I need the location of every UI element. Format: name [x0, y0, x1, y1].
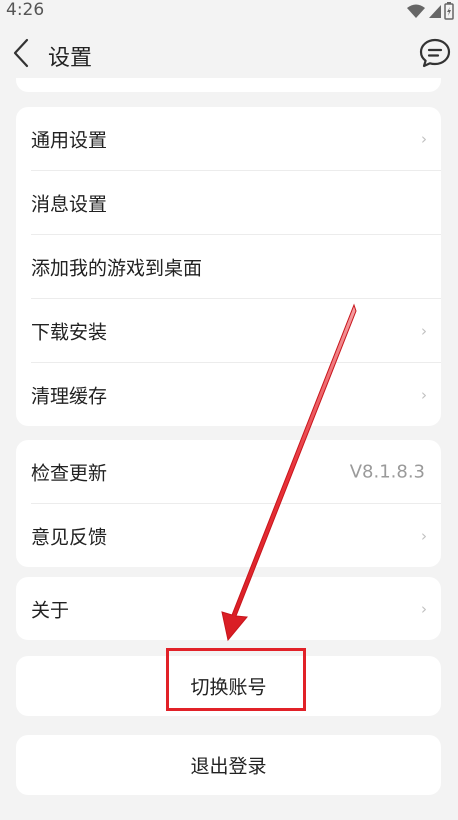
row-label: 通用设置	[31, 129, 108, 151]
row-label: 意见反馈	[31, 526, 108, 548]
about-group: 关于 ›	[16, 577, 441, 640]
top-bar: 设置	[0, 24, 458, 86]
row-add-games-to-desktop[interactable]: 添加我的游戏到桌面	[16, 235, 441, 298]
row-download-install[interactable]: 下载安装 ›	[16, 299, 441, 362]
status-time: 4:26	[6, 0, 45, 20]
row-label: 检查更新	[31, 462, 108, 484]
partial-card	[16, 78, 441, 92]
message-bubble-icon[interactable]	[418, 36, 452, 70]
chevron-left-icon[interactable]	[10, 38, 32, 68]
page-title: 设置	[48, 46, 93, 71]
row-feedback[interactable]: 意见反馈 ›	[16, 504, 441, 567]
annotation-highlight-box	[166, 648, 306, 711]
row-clear-cache[interactable]: 清理缓存 ›	[16, 363, 441, 426]
chevron-right-icon: ›	[421, 526, 427, 545]
battery-icon	[444, 2, 454, 20]
row-message-settings[interactable]: 消息设置	[16, 171, 441, 234]
row-label: 消息设置	[31, 193, 108, 215]
chevron-right-icon: ›	[421, 385, 427, 404]
signal-icon	[429, 5, 441, 18]
logout-label: 退出登录	[190, 755, 267, 778]
status-bar: 4:26	[0, 0, 458, 24]
row-label: 添加我的游戏到桌面	[31, 257, 203, 279]
update-feedback-group: 检查更新 V8.1.8.3 意见反馈 ›	[16, 440, 441, 567]
chevron-right-icon: ›	[421, 599, 427, 618]
chevron-right-icon: ›	[421, 321, 427, 340]
general-settings-group: 通用设置 › 消息设置 添加我的游戏到桌面 下载安装 › 清理缓存 ›	[16, 107, 441, 426]
row-label: 关于	[31, 599, 70, 621]
row-check-update[interactable]: 检查更新 V8.1.8.3	[16, 440, 441, 503]
chevron-right-icon: ›	[421, 129, 427, 148]
row-general-settings[interactable]: 通用设置 ›	[16, 107, 441, 170]
row-about[interactable]: 关于 ›	[16, 577, 441, 640]
status-icons	[406, 2, 454, 20]
row-label: 下载安装	[31, 321, 108, 343]
logout-button[interactable]: 退出登录	[16, 735, 441, 795]
row-label: 清理缓存	[31, 385, 108, 407]
version-value: V8.1.8.3	[349, 461, 425, 482]
wifi-icon	[407, 4, 425, 18]
